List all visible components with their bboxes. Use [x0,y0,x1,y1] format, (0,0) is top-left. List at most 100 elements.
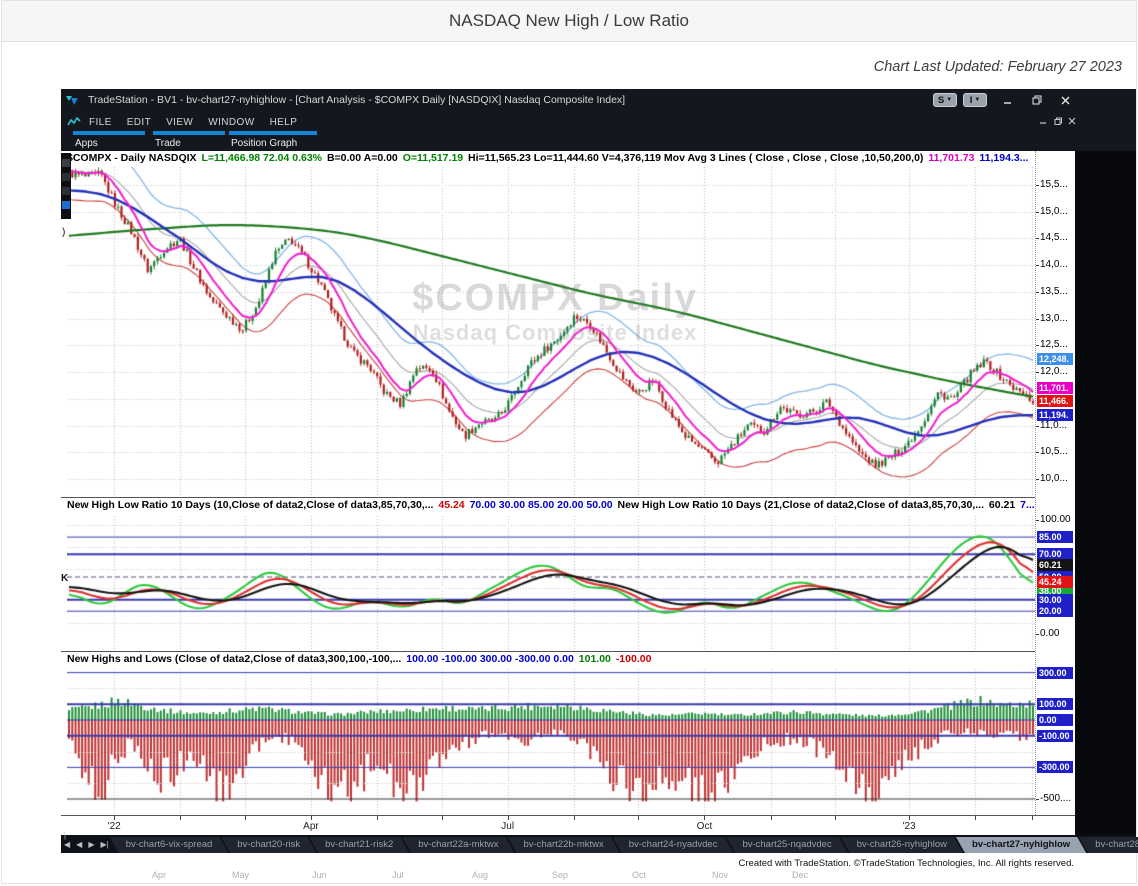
time-axis-label: '23 [903,821,916,832]
price-badge: 12,248. [1037,353,1073,365]
axis-tick-label: 10,5... [1040,446,1068,457]
axis-tick-label: 14,0... [1040,259,1068,270]
floating-toolbar-fragment[interactable] [61,153,71,219]
style-button[interactable]: S▼ [933,93,957,107]
menu-view[interactable]: VIEW [166,117,193,128]
menu-file[interactable]: FILE [89,117,112,128]
last-tab-icon[interactable]: ▶| [100,840,108,849]
time-axis-tick [835,816,836,820]
app-tab-apps[interactable]: Apps [73,131,145,151]
workspace-tab-bv-chart22b-mktwx[interactable]: bv-chart22b-mktwx [507,837,619,853]
workspace-tab-bv-chart21-risk2[interactable]: bv-chart21-risk2 [309,837,409,853]
price-badge: 11,466. [1037,395,1073,407]
workspace-tab-bv-chart26-nyhighlow[interactable]: bv-chart26-nyhighlow [841,837,963,853]
chart-client-area: $COMPX - Daily NASDQIX L=11,466.98 72.04… [61,151,1136,867]
indicator-status-text: -100.00 [616,653,652,665]
price-badge: 20.00 [1037,605,1073,617]
tradestation-logo-icon [66,94,81,107]
price-badge: 60.21 [1037,559,1073,571]
app-tab-position-graph[interactable]: Position Graph [229,131,317,151]
price-badge: 30.00 [1037,594,1073,606]
price-axis-column[interactable]: 15,5...15,0...14,5...14,0...13,5...13,0.… [1035,151,1075,815]
time-axis-tick [245,816,246,820]
child-restore-button[interactable] [1052,116,1064,126]
clipped-month-label: Sep [552,870,568,880]
price-badge: 11,194. [1037,409,1073,421]
indicator-status-text: 11,701.73 [928,152,977,164]
panel-divider [61,651,1075,652]
minimize-icon [1003,96,1012,105]
workspace-tab-bv-chart25-nqadvdec[interactable]: bv-chart25-nqadvdec [726,837,847,853]
close-icon [1068,117,1076,125]
first-tab-icon[interactable]: |◀ [64,831,70,849]
restore-button[interactable] [1029,94,1045,106]
next-tab-icon[interactable]: ▶ [88,840,94,849]
clipped-month-label: Nov [712,870,728,880]
close-icon [1061,96,1070,105]
app-tab-trade[interactable]: Trade [153,131,225,151]
toolbar-cell[interactable] [62,159,70,167]
time-axis-tick [311,816,312,820]
time-axis-tick [1032,816,1033,820]
axis-tick-label: 11,0... [1040,420,1067,431]
window-titlebar[interactable]: TradeStation - BV1 - bv-chart27-nyhighlo… [61,89,1136,111]
prev-tab-icon[interactable]: ◀ [76,840,82,849]
price-badge: 100.00 [1037,698,1073,710]
copyright-text: Created with TradeStation. ©TradeStation… [739,858,1136,869]
price-badge: 300.00 [1037,667,1073,679]
app-tab-label: Trade [153,135,225,149]
time-axis-tick [442,816,443,820]
minimize-button[interactable] [999,94,1015,106]
clipped-month-label: Jul [392,870,404,880]
indicator-status-text: 101.00 [579,653,614,665]
last-updated-text: Chart Last Updated: February 27 2023 [874,59,1122,75]
workspace-tab-strip: |◀◀▶▶| bv-chart6-vix-spreadbv-chart20-ri… [61,835,1136,853]
menu-bar: FILE EDIT VIEW WINDOW HELP [61,111,1136,131]
price-badge: -300.00 [1037,761,1073,773]
time-axis[interactable]: '22AprJulOct'23 [61,815,1075,835]
child-minimize-button[interactable] [1037,116,1049,126]
workspace-tab-bv-chart6-vix-spread[interactable]: bv-chart6-vix-spread [110,837,229,853]
indicator-status-text: 100.00 -100.00 300.00 -300.00 0.00 [406,653,576,665]
page: NASDAQ New High / Low Ratio Chart Last U… [1,0,1137,884]
ratio-panel-plot[interactable] [67,516,1035,651]
menu-help[interactable]: HELP [270,117,298,128]
indicator-status-text: L=11,466.98 72.04 0.63% [201,152,324,164]
toolbar-cell-active[interactable] [62,201,70,209]
indicator-status-text: 60.21 [989,499,1018,511]
restore-icon [1054,117,1063,126]
indicator-status-text: New Highs and Lows (Close of data2,Close… [67,653,404,665]
time-axis-tick [114,816,115,820]
price-panel-plot[interactable] [67,167,1035,497]
clipped-month-label: May [232,870,249,880]
time-axis-label: Jul [501,821,514,832]
toolbar-cell[interactable] [62,187,70,195]
highlow-panel-plot[interactable] [67,669,1035,815]
workspace-tab-bv-chart22a-mktwx[interactable]: bv-chart22a-mktwx [402,837,514,853]
indicator-button[interactable]: I▼ [963,93,987,107]
workspace-tab-bv-chart24-nyadvdec[interactable]: bv-chart24-nyadvdec [613,837,734,853]
price-badge: 85.00 [1037,531,1073,543]
right-panel-strip [1075,151,1136,835]
child-close-button[interactable] [1066,116,1078,126]
axis-tick-label: 10,0... [1040,473,1068,484]
indicator-status-text: 11,194.3... [979,152,1028,164]
workspace-tab-bv-chart20-risk[interactable]: bv-chart20-risk [221,837,316,853]
menu-window[interactable]: WINDOW [208,117,254,128]
workspace-tabs: bv-chart6-vix-spreadbv-chart20-riskbv-ch… [117,837,1138,853]
close-button[interactable] [1057,94,1073,106]
workspace-tab-bv-chart27-nyhighlow[interactable]: bv-chart27-nyhighlow [956,837,1086,853]
price-badge: 11,701. [1037,382,1073,394]
time-axis-tick [377,816,378,820]
toolbar-cell[interactable] [62,173,70,181]
caret-down-icon: ▼ [974,97,980,103]
price-badge: -100.00 [1037,730,1073,742]
price-badge: 0.00 [1037,714,1073,726]
axis-tick-label: 13,0... [1040,313,1068,324]
app-tab-label: Apps [73,135,145,149]
time-axis-label: '22 [108,821,121,832]
workspace-tab-bv-chart28-vix-bolbands[interactable]: bv-chart28-vix-bolbands [1079,837,1138,853]
indicator-status-text: 7... [1020,499,1035,511]
axis-tick-label: 14,5... [1040,232,1068,243]
menu-edit[interactable]: EDIT [127,117,151,128]
